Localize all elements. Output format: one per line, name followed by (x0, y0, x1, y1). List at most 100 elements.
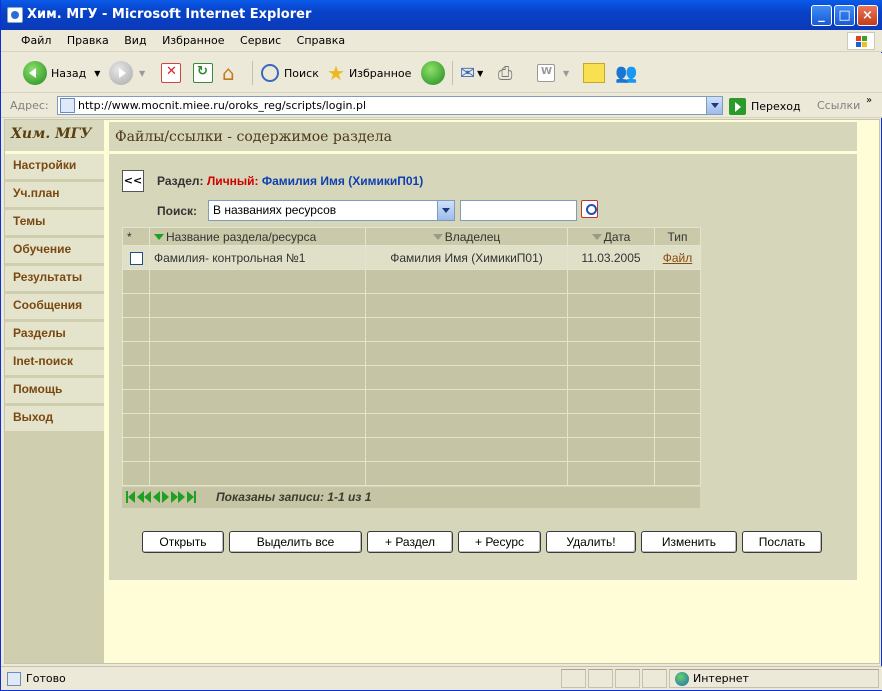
go-button[interactable]: Переход (729, 97, 801, 115)
stop-icon: ✕ (161, 63, 181, 83)
mail-button[interactable]: ✉ ▼ (460, 59, 483, 87)
table-row-empty (122, 461, 701, 486)
add-section-button[interactable]: + Раздел (367, 531, 453, 553)
col-owner[interactable]: Владелец (365, 227, 568, 246)
refresh-button[interactable]: ↻ (193, 59, 213, 87)
stop-button[interactable]: ✕ (161, 59, 181, 87)
favorites-button[interactable]: ★ Избранное (327, 59, 411, 87)
delete-button[interactable]: Удалить! (546, 531, 636, 553)
col-name[interactable]: Название раздела/ресурса (149, 227, 366, 246)
search-mode-value: В названиях ресурсов (213, 203, 337, 217)
open-button[interactable]: Открыть (142, 531, 224, 553)
sidebar-item-settings[interactable]: Настройки (5, 154, 104, 179)
select-all-button[interactable]: Выделить все (229, 531, 362, 553)
sort-icon (432, 234, 443, 241)
page-status-icon (7, 672, 21, 686)
row-checkbox[interactable] (129, 251, 143, 265)
sidebar-item-learning[interactable]: Обучение (5, 238, 104, 263)
back-button[interactable]: Назад ▼ (23, 59, 100, 87)
section-label: Раздел: (157, 174, 204, 188)
table-row-empty (122, 437, 701, 462)
menu-favorites[interactable]: Избранное (156, 30, 230, 51)
menu-bar: Файл Правка Вид Избранное Сервис Справка (1, 30, 882, 52)
messenger-button[interactable]: 👥 (615, 59, 637, 87)
sort-asc-icon (154, 234, 164, 241)
menu-tools[interactable]: Сервис (234, 30, 287, 51)
print-button[interactable]: ⎙ (498, 59, 512, 87)
maximize-button[interactable]: □ (834, 5, 855, 26)
sidebar-item-sections[interactable]: Разделы (5, 322, 104, 347)
table-row-empty (122, 389, 701, 414)
next-block-icon[interactable] (171, 491, 185, 506)
close-button[interactable]: × (857, 5, 878, 26)
sidebar-item-help[interactable]: Помощь (5, 378, 104, 403)
col-select: * (122, 227, 150, 246)
table-row-empty (122, 269, 701, 294)
sidebar-item-inet-search[interactable]: Inet-поиск (5, 350, 104, 375)
last-page-icon[interactable] (187, 491, 196, 506)
address-bar: Адрес: http://www.mocnit.miee.ru/oroks_r… (1, 93, 882, 118)
menu-file[interactable]: Файл (15, 30, 57, 51)
search-button[interactable]: Поиск (261, 59, 319, 87)
history-button[interactable] (421, 59, 445, 87)
title-bar: Хим. МГУ - Microsoft Internet Explorer _… (1, 0, 882, 30)
sidebar-item-topics[interactable]: Темы (5, 210, 104, 235)
back-label: Назад (51, 66, 87, 80)
row-name: Фамилия- контрольная №1 (149, 245, 366, 270)
status-text: Готово (26, 672, 66, 685)
window-title: Хим. МГУ - Microsoft Internet Explorer (27, 7, 312, 22)
back-arrow-icon (23, 61, 47, 85)
add-resource-button[interactable]: + Ресурс (458, 531, 541, 553)
edit-button[interactable]: W ▼ (537, 59, 569, 87)
action-buttons: Открыть Выделить все + Раздел + Ресурс У… (142, 531, 822, 553)
internet-zone-icon (675, 672, 689, 686)
word-icon: W (537, 64, 555, 82)
back-to-parent-button[interactable]: << (122, 170, 144, 192)
address-url: http://www.mocnit.miee.ru/oroks_reg/scri… (78, 99, 367, 112)
first-page-icon[interactable] (126, 491, 135, 506)
edit-button[interactable]: Изменить (641, 531, 737, 553)
send-button[interactable]: Послать (742, 531, 822, 553)
pager-nav (126, 491, 196, 506)
search-input[interactable] (460, 200, 577, 221)
section-owner: Фамилия Имя (ХимикиП01) (261, 174, 424, 188)
address-dropdown-arrow[interactable] (706, 97, 722, 114)
row-type-link[interactable]: Файл (663, 251, 693, 265)
pager-text: Показаны записи: 1-1 из 1 (216, 490, 372, 504)
table-row-empty (122, 413, 701, 438)
sidebar-item-results[interactable]: Результаты (5, 266, 104, 291)
search-icon (261, 64, 279, 82)
go-label: Переход (751, 99, 801, 113)
col-date[interactable]: Дата (567, 227, 655, 246)
discuss-button[interactable] (583, 59, 605, 87)
table-row: Фамилия- контрольная №1 Фамилия Имя (Хим… (122, 245, 701, 270)
history-icon (421, 61, 445, 85)
table-row-empty (122, 293, 701, 318)
col-type: Тип (654, 227, 701, 246)
search-label: Поиск (284, 66, 319, 80)
section-type: Личный: (206, 174, 259, 188)
prev-page-icon[interactable] (153, 491, 160, 506)
next-page-icon[interactable] (162, 491, 169, 506)
menu-help[interactable]: Справка (291, 30, 351, 51)
zone-text: Интернет (693, 672, 749, 685)
sidebar-item-messages[interactable]: Сообщения (5, 294, 104, 319)
row-owner: Фамилия Имя (ХимикиП01) (365, 245, 568, 270)
row-date: 11.03.2005 (567, 245, 655, 270)
search-go-icon[interactable] (581, 200, 598, 218)
prev-block-icon[interactable] (137, 491, 151, 506)
address-input[interactable]: http://www.mocnit.miee.ru/oroks_reg/scri… (57, 96, 723, 115)
sidebar-item-study-plan[interactable]: Уч.план (5, 182, 104, 207)
search-mode-select[interactable]: В названиях ресурсов (208, 200, 455, 221)
home-button[interactable]: ⌂ (222, 59, 235, 87)
go-arrow-icon (729, 97, 746, 115)
sidebar-item-exit[interactable]: Выход (5, 406, 104, 431)
sidebar: Хим. МГУ Настройки Уч.план Темы Обучение… (5, 120, 104, 663)
chevron-down-icon[interactable] (437, 201, 454, 220)
page-content: Хим. МГУ Настройки Уч.план Темы Обучение… (4, 119, 880, 664)
menu-view[interactable]: Вид (118, 30, 152, 51)
menu-edit[interactable]: Правка (61, 30, 115, 51)
links-label[interactable]: Ссылки (817, 99, 860, 112)
minimize-button[interactable]: _ (811, 5, 832, 26)
forward-button[interactable]: ▼ (109, 59, 145, 87)
